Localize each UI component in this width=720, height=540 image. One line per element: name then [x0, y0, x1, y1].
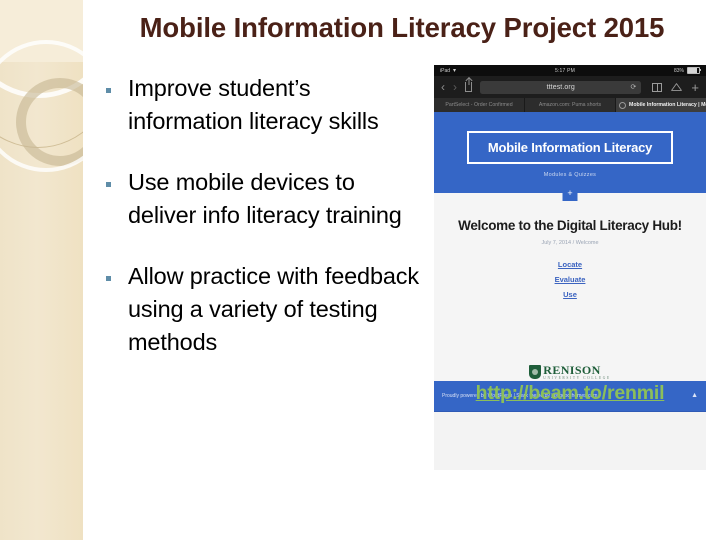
list-item: Improve student’s information literacy s…	[106, 72, 426, 138]
browser-tab-active[interactable]: Mobile Information Literacy | Modul...	[616, 98, 706, 112]
clock-label: 5:17 PM	[554, 67, 576, 74]
expand-menu-button[interactable]: +	[562, 186, 578, 201]
bullet-text: Allow practice with feedback using a var…	[128, 263, 419, 355]
battery-percent-label: 83%	[673, 67, 684, 74]
browser-tab[interactable]: PartSelect - Order Confirmed	[434, 98, 525, 112]
status-bar-right: 83%	[673, 67, 701, 74]
close-icon[interactable]	[619, 101, 626, 109]
post-link-list: Locate Evaluate Use	[434, 260, 706, 299]
safari-toolbar: ‹ › tttest.org ⟳ +	[434, 76, 706, 98]
renison-logo: RENISON UNIVERSITY COLLEGE	[434, 356, 706, 381]
share-icon[interactable]	[465, 82, 472, 92]
toolbar-right-group: +	[652, 81, 699, 94]
list-item: Use mobile devices to deliver info liter…	[106, 166, 426, 232]
safari-tab-bar: PartSelect - Order Confirmed Amazon.com:…	[434, 98, 706, 112]
bullet-list: Improve student’s information literacy s…	[106, 72, 426, 387]
browser-tab-label: Mobile Information Literacy | Modul...	[629, 102, 706, 108]
post-heading: Welcome to the Digital Literacy Hub!	[458, 218, 682, 233]
browser-tab[interactable]: Amazon.com: Puma shorts	[525, 98, 616, 112]
bullet-dot-icon	[106, 276, 111, 281]
logo-name: RENISON	[543, 363, 601, 377]
reload-icon[interactable]: ⟳	[631, 83, 637, 91]
project-url-caption[interactable]: http://beam.to/renmil	[434, 382, 706, 405]
browser-tab-label: PartSelect - Order Confirmed	[445, 102, 513, 108]
plus-icon[interactable]: +	[691, 81, 699, 94]
status-bar-left: iPad ▾	[440, 68, 456, 74]
chevron-right-icon[interactable]: ›	[453, 81, 457, 93]
book-icon[interactable]	[652, 82, 663, 92]
ios-status-bar: iPad ▾ 5:17 PM 83%	[434, 65, 706, 76]
bullet-dot-icon	[106, 88, 111, 93]
battery-icon	[687, 67, 701, 74]
site-title: Mobile Information Literacy	[466, 131, 674, 164]
bullet-dot-icon	[106, 182, 111, 187]
decorative-side-band	[0, 0, 83, 540]
bullet-text: Use mobile devices to deliver info liter…	[128, 169, 402, 228]
site-tagline: Modules & Quizzes	[543, 172, 597, 178]
bullet-text: Improve student’s information literacy s…	[128, 75, 379, 134]
logo-wordmark: RENISON UNIVERSITY COLLEGE	[543, 364, 611, 381]
chevron-left-icon[interactable]: ‹	[441, 81, 445, 93]
content-link-evaluate[interactable]: Evaluate	[555, 275, 586, 284]
side-band-edge	[83, 0, 85, 540]
logo-tagline: UNIVERSITY COLLEGE	[543, 376, 611, 380]
site-content: Welcome to the Digital Literacy Hub! Jul…	[434, 193, 706, 356]
site-hero-banner: Mobile Information Literacy Modules & Qu…	[434, 112, 706, 201]
device-name-label: iPad	[440, 67, 451, 74]
list-item: Allow practice with feedback using a var…	[106, 260, 426, 359]
slide-canvas: Mobile Information Literacy Project 2015…	[0, 0, 720, 540]
post-meta: July 7, 2014 / Welcome	[541, 240, 599, 246]
screenshot-bottom-edge	[434, 410, 706, 424]
cloud-icon[interactable]	[671, 83, 683, 91]
ipad-screenshot-image: iPad ▾ 5:17 PM 83% ‹ › tttest.org ⟳ + Pa…	[434, 65, 706, 470]
content-link-locate[interactable]: Locate	[558, 260, 582, 269]
page-title: Mobile Information Literacy Project 2015	[139, 12, 665, 43]
address-bar-url: tttest.org	[546, 83, 575, 91]
shield-icon	[529, 365, 542, 380]
address-bar[interactable]: tttest.org ⟳	[480, 80, 642, 94]
decorative-white-ring-bottom	[0, 40, 83, 172]
content-link-use[interactable]: Use	[563, 290, 577, 299]
browser-tab-label: Amazon.com: Puma shorts	[538, 102, 602, 108]
